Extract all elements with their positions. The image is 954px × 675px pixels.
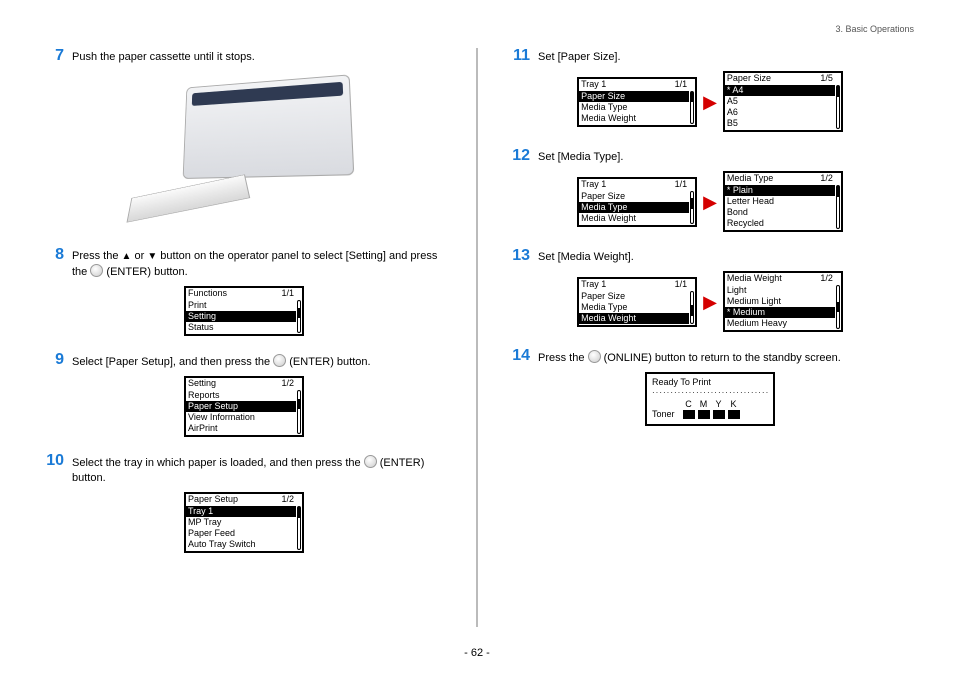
step-12: 12 Set [Media Type]. xyxy=(506,148,914,165)
step-7: 7 Push the paper cassette until it stops… xyxy=(40,48,448,65)
header-section: 3. Basic Operations xyxy=(835,24,914,34)
screen-tray1: Tray 11/1Paper SizeMedia TypeMedia Weigh… xyxy=(577,277,697,327)
screen-media-weight: Media Weight1/2LightMedium Light* Medium… xyxy=(723,271,843,332)
step-text: Set [Paper Size]. xyxy=(538,48,914,65)
step-10: 10 Select the tray in which paper is loa… xyxy=(40,453,448,486)
screen-tray1: Tray 11/1Paper SizeMedia TypeMedia Weigh… xyxy=(577,177,697,227)
red-arrow-icon: ▶ xyxy=(703,193,717,211)
right-column: 11 Set [Paper Size]. Tray 11/1Paper Size… xyxy=(478,48,914,627)
screen-paper-size: Paper Size1/5* A4A5A6B5 xyxy=(723,71,843,132)
step-number: 13 xyxy=(506,248,530,264)
enter-button-icon xyxy=(90,264,103,277)
step-text: Push the paper cassette until it stops. xyxy=(72,48,448,65)
step-number: 7 xyxy=(40,48,64,64)
step-number: 14 xyxy=(506,348,530,364)
step-number: 9 xyxy=(40,352,64,368)
step-8: 8 Press the ▲ or ▼ button on the operato… xyxy=(40,247,448,280)
step-13: 13 Set [Media Weight]. xyxy=(506,248,914,265)
down-triangle-icon: ▼ xyxy=(147,251,157,262)
screen-functions: Functions1/1PrintSettingStatus xyxy=(184,286,304,336)
step-text: Press the (ONLINE) button to return to t… xyxy=(538,348,914,366)
step-number: 10 xyxy=(40,453,64,469)
step-text: Select [Paper Setup], and then press the… xyxy=(72,352,448,370)
step-11: 11 Set [Paper Size]. xyxy=(506,48,914,65)
page-number: - 62 - xyxy=(0,647,954,659)
screen-paper-setup: Paper Setup1/2Tray 1MP TrayPaper FeedAut… xyxy=(184,492,304,553)
left-column: 7 Push the paper cassette until it stops… xyxy=(40,48,476,627)
screens-pair-paper-size: Tray 11/1Paper SizeMedia TypeMedia Weigh… xyxy=(506,71,914,132)
status-divider: ········································ xyxy=(652,388,768,397)
screen-tray1: Tray 11/1Paper SizeMedia TypeMedia Weigh… xyxy=(577,77,697,127)
screen-setting: Setting1/2ReportsPaper SetupView Informa… xyxy=(184,376,304,437)
screen-ready-to-print: Ready To Print ·························… xyxy=(645,372,775,426)
step-number: 12 xyxy=(506,148,530,164)
screens-pair-media-type: Tray 11/1Paper SizeMedia TypeMedia Weigh… xyxy=(506,171,914,232)
enter-button-icon xyxy=(364,455,377,468)
online-button-icon xyxy=(588,350,601,363)
step-14: 14 Press the (ONLINE) button to return t… xyxy=(506,348,914,366)
printer-illustration xyxy=(114,71,374,231)
screen-media-type: Media Type1/2* PlainLetter HeadBondRecyc… xyxy=(723,171,843,232)
screens-pair-media-weight: Tray 11/1Paper SizeMedia TypeMedia Weigh… xyxy=(506,271,914,332)
step-text: Press the ▲ or ▼ button on the operator … xyxy=(72,247,448,280)
up-triangle-icon: ▲ xyxy=(122,251,132,262)
toner-label: Toner xyxy=(652,409,675,419)
toner-bars: CMYK xyxy=(683,399,740,419)
step-text: Set [Media Weight]. xyxy=(538,248,914,265)
red-arrow-icon: ▶ xyxy=(703,93,717,111)
step-9: 9 Select [Paper Setup], and then press t… xyxy=(40,352,448,370)
enter-button-icon xyxy=(273,354,286,367)
step-text: Select the tray in which paper is loaded… xyxy=(72,453,448,486)
step-number: 8 xyxy=(40,247,64,263)
step-number: 11 xyxy=(506,48,530,64)
red-arrow-icon: ▶ xyxy=(703,293,717,311)
step-text: Set [Media Type]. xyxy=(538,148,914,165)
status-ready-text: Ready To Print xyxy=(652,377,768,387)
